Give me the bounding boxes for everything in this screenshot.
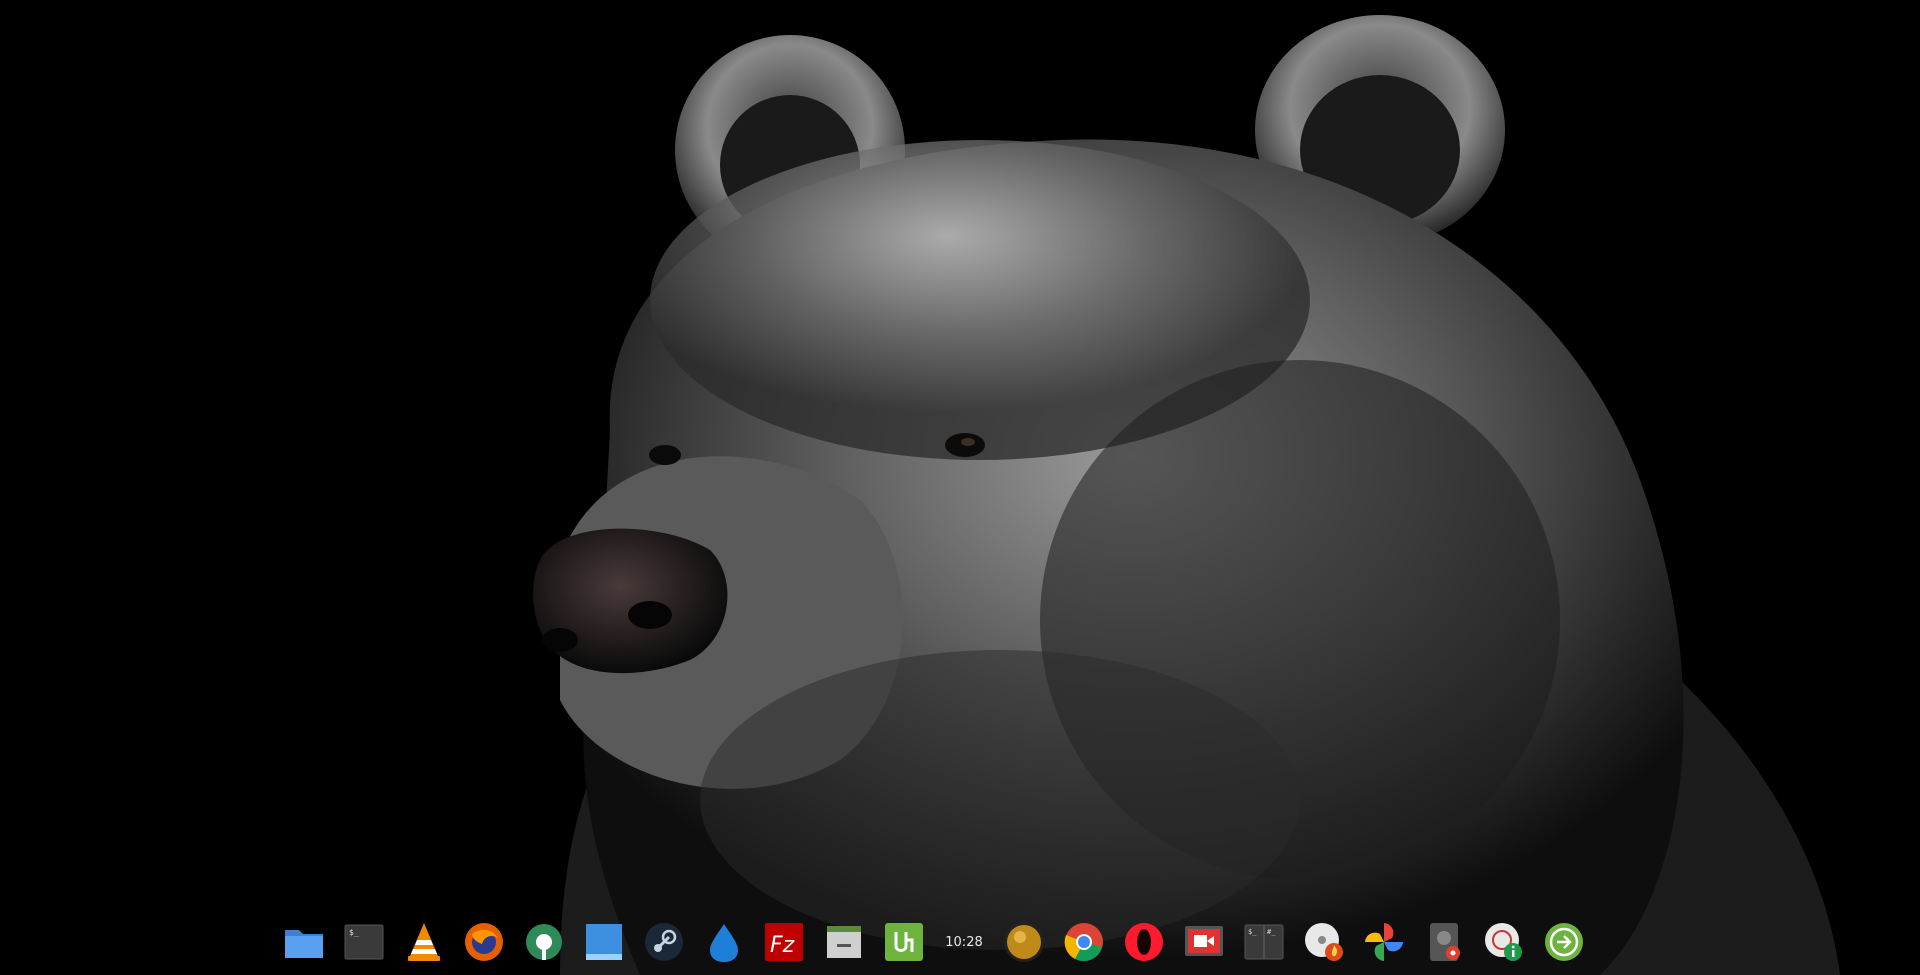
golden-orb-icon[interactable] [994, 914, 1054, 970]
system-info-icon[interactable] [1474, 914, 1534, 970]
upwork-icon[interactable] [874, 914, 934, 970]
water-drop-icon[interactable] [694, 914, 754, 970]
firefox-icon[interactable] [454, 914, 514, 970]
screen-recorder-icon[interactable] [1174, 914, 1234, 970]
svg-text:#_: #_ [1267, 928, 1276, 936]
terminal-icon[interactable]: $_ [334, 914, 394, 970]
filezilla-icon[interactable]: Fz [754, 914, 814, 970]
disc-burner-icon[interactable] [1294, 914, 1354, 970]
archive-manager-icon[interactable] [814, 914, 874, 970]
dock: $_ Fz 10:28 $_ #_ [274, 914, 1594, 970]
vlc-icon[interactable] [394, 914, 454, 970]
svg-text:$_: $_ [349, 928, 359, 937]
svg-text:Fz: Fz [770, 933, 795, 958]
settings-icon[interactable] [514, 914, 574, 970]
clock-applet[interactable]: 10:28 [934, 914, 994, 970]
show-desktop-icon[interactable] [574, 914, 634, 970]
disk-settings-icon[interactable] [1414, 914, 1474, 970]
bear-wallpaper [0, 0, 1920, 975]
chrome-icon[interactable] [1054, 914, 1114, 970]
steam-icon[interactable] [634, 914, 694, 970]
photos-pinwheel-icon[interactable] [1354, 914, 1414, 970]
terminal-tiling-icon[interactable]: $_ #_ [1234, 914, 1294, 970]
opera-icon[interactable] [1114, 914, 1174, 970]
svg-text:$_: $_ [1248, 928, 1257, 936]
file-manager-icon[interactable] [274, 914, 334, 970]
desktop: $_ Fz 10:28 $_ #_ [0, 0, 1920, 975]
logout-icon[interactable] [1534, 914, 1594, 970]
